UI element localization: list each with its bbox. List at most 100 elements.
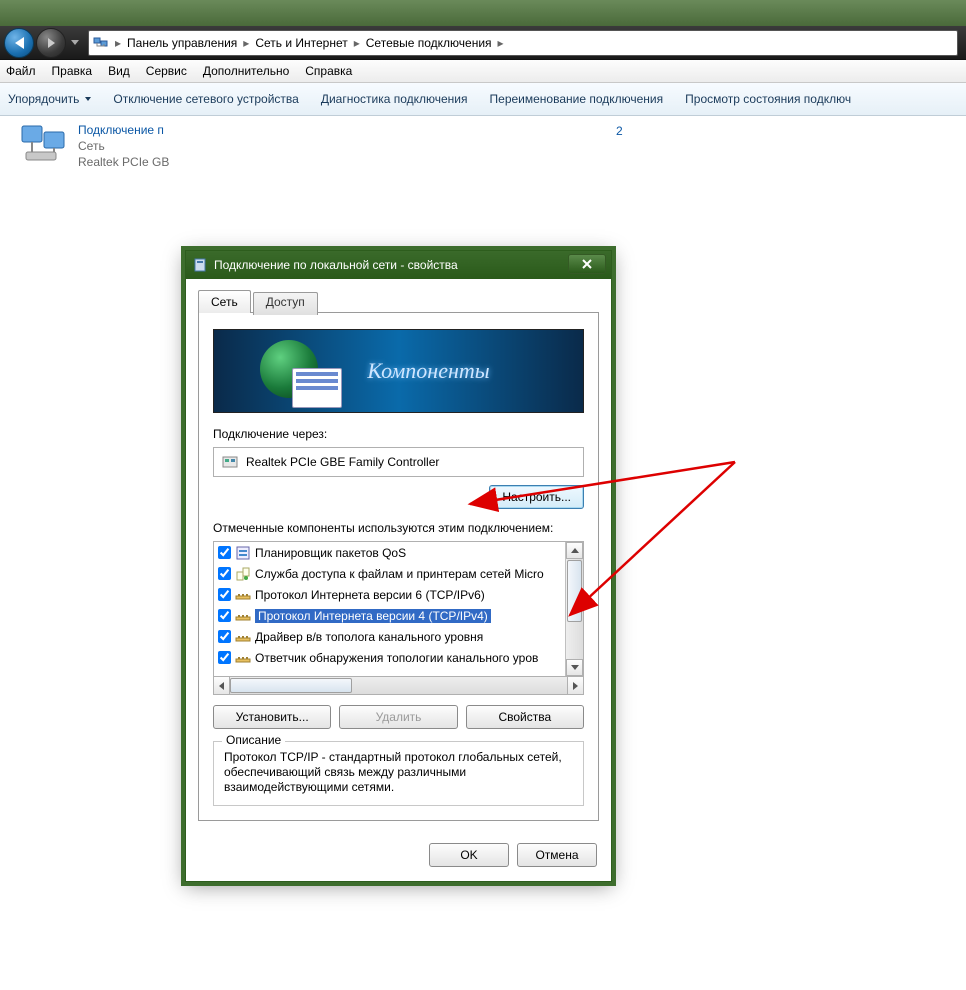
breadcrumb-separator: ▸: [496, 36, 506, 50]
nav-history-dropdown[interactable]: [68, 29, 82, 57]
vertical-scrollbar[interactable]: [565, 542, 583, 676]
adapter-icon: [222, 454, 238, 470]
connection-list-item-2-fragment[interactable]: 2: [616, 124, 623, 138]
banner-text: Компоненты: [367, 358, 489, 384]
tab-panel-network: Компоненты Подключение через: Realtek PC…: [198, 312, 599, 821]
components-listbox[interactable]: Планировщик пакетов QoS Служба доступа к …: [213, 541, 584, 677]
component-checkbox[interactable]: [218, 630, 231, 643]
rename-button[interactable]: Переименование подключения: [490, 92, 664, 106]
component-checkbox[interactable]: [218, 588, 231, 601]
properties-dialog: Подключение по локальной сети - свойства…: [185, 250, 612, 882]
forward-button[interactable]: [36, 28, 66, 58]
configure-button[interactable]: Настроить...: [489, 485, 584, 509]
tab-strip: Сеть Доступ: [198, 290, 599, 313]
content-area: Подключение п Сеть Realtek PCIe GB 2 Под…: [0, 116, 966, 990]
tab-access[interactable]: Доступ: [253, 292, 318, 315]
arrow-right-icon: [48, 38, 55, 48]
menu-advanced[interactable]: Дополнительно: [203, 64, 289, 78]
breadcrumb-separator: ▸: [352, 36, 362, 50]
component-row[interactable]: Протокол Интернета версии 4 (TCP/IPv4): [214, 605, 565, 626]
connection-title: Подключение п: [78, 122, 169, 138]
component-name: Ответчик обнаружения топологии канальног…: [255, 651, 538, 665]
description-text: Протокол TCP/IP - стандартный протокол г…: [224, 750, 573, 795]
dialog-icon: [192, 257, 208, 273]
component-checkbox[interactable]: [218, 651, 231, 664]
menu-file[interactable]: Файл: [6, 64, 36, 78]
components-label: Отмеченные компоненты используются этим …: [213, 521, 584, 535]
network-adapter-icon: [18, 122, 70, 166]
component-row[interactable]: Планировщик пакетов QoS: [214, 542, 565, 563]
menu-help[interactable]: Справка: [305, 64, 352, 78]
menu-edit[interactable]: Правка: [52, 64, 93, 78]
address-bar[interactable]: ▸ Панель управления ▸ Сеть и Интернет ▸ …: [88, 30, 958, 56]
scroll-thumb[interactable]: [567, 560, 582, 622]
scroll-down-button[interactable]: [566, 659, 583, 676]
component-icon: [235, 587, 251, 603]
connection-list-item[interactable]: Подключение п Сеть Realtek PCIe GB: [18, 122, 318, 170]
scroll-left-button[interactable]: [213, 676, 230, 695]
breadcrumb-item[interactable]: Сеть и Интернет: [255, 36, 347, 50]
connect-using-label: Подключение через:: [213, 427, 584, 441]
chevron-left-icon: [219, 682, 224, 690]
menu-bar: Файл Правка Вид Сервис Дополнительно Спр…: [0, 60, 966, 83]
menu-view[interactable]: Вид: [108, 64, 130, 78]
diagnose-button[interactable]: Диагностика подключения: [321, 92, 468, 106]
connection-network: Сеть: [78, 138, 169, 154]
chevron-down-icon: [85, 97, 91, 101]
back-button[interactable]: [4, 28, 34, 58]
ok-button[interactable]: OK: [429, 843, 509, 867]
components-banner: Компоненты: [213, 329, 584, 413]
component-checkbox[interactable]: [218, 567, 231, 580]
close-button[interactable]: [568, 254, 606, 274]
checklist-icon: [292, 368, 342, 408]
component-row[interactable]: Драйвер в/в тополога канального уровня: [214, 626, 565, 647]
adapter-name: Realtek PCIe GBE Family Controller: [246, 455, 439, 469]
status-button[interactable]: Просмотр состояния подключ: [685, 92, 851, 106]
component-icon: [235, 566, 251, 582]
component-checkbox[interactable]: [218, 609, 231, 622]
component-row[interactable]: Протокол Интернета версии 6 (TCP/IPv6): [214, 584, 565, 605]
install-button[interactable]: Установить...: [213, 705, 331, 729]
connection-adapter: Realtek PCIe GB: [78, 154, 169, 170]
tab-network[interactable]: Сеть: [198, 290, 251, 313]
horizontal-scrollbar[interactable]: [213, 677, 584, 695]
scroll-right-button[interactable]: [567, 676, 584, 695]
cancel-button[interactable]: Отмена: [517, 843, 597, 867]
description-legend: Описание: [222, 733, 285, 747]
breadcrumb-separator: ▸: [241, 36, 251, 50]
description-group: Описание Протокол TCP/IP - стандартный п…: [213, 741, 584, 806]
component-name: Служба доступа к файлам и принтерам сете…: [255, 567, 544, 581]
component-name: Протокол Интернета версии 6 (TCP/IPv6): [255, 588, 485, 602]
component-icon: [235, 629, 251, 645]
arrow-left-icon: [15, 37, 24, 49]
uninstall-button: Удалить: [339, 705, 457, 729]
component-checkbox[interactable]: [218, 546, 231, 559]
chevron-right-icon: [573, 682, 578, 690]
chevron-up-icon: [571, 548, 579, 553]
nav-bar: ▸ Панель управления ▸ Сеть и Интернет ▸ …: [0, 26, 966, 60]
command-bar: Упорядочить Отключение сетевого устройст…: [0, 83, 966, 116]
component-name: Драйвер в/в тополога канального уровня: [255, 630, 483, 644]
component-row[interactable]: Ответчик обнаружения топологии канальног…: [214, 647, 565, 668]
chevron-down-icon: [571, 665, 579, 670]
network-connections-icon: [93, 35, 109, 51]
component-row[interactable]: Служба доступа к файлам и принтерам сете…: [214, 563, 565, 584]
adapter-field[interactable]: Realtek PCIe GBE Family Controller: [213, 447, 584, 477]
close-icon: [581, 259, 593, 269]
disable-device-button[interactable]: Отключение сетевого устройства: [113, 92, 298, 106]
component-icon: [235, 650, 251, 666]
dialog-titlebar[interactable]: Подключение по локальной сети - свойства: [186, 251, 611, 279]
component-name: Протокол Интернета версии 4 (TCP/IPv4): [255, 609, 491, 623]
component-icon: [235, 608, 251, 624]
scroll-thumb[interactable]: [230, 678, 352, 693]
chevron-down-icon: [71, 40, 79, 45]
component-name: Планировщик пакетов QoS: [255, 546, 406, 560]
window-titlebar: [0, 0, 966, 26]
properties-button[interactable]: Свойства: [466, 705, 584, 729]
breadcrumb-item[interactable]: Панель управления: [127, 36, 237, 50]
menu-tools[interactable]: Сервис: [146, 64, 187, 78]
scroll-up-button[interactable]: [566, 542, 583, 559]
breadcrumb-separator: ▸: [113, 36, 123, 50]
organize-button[interactable]: Упорядочить: [8, 92, 91, 106]
breadcrumb-item[interactable]: Сетевые подключения: [366, 36, 492, 50]
